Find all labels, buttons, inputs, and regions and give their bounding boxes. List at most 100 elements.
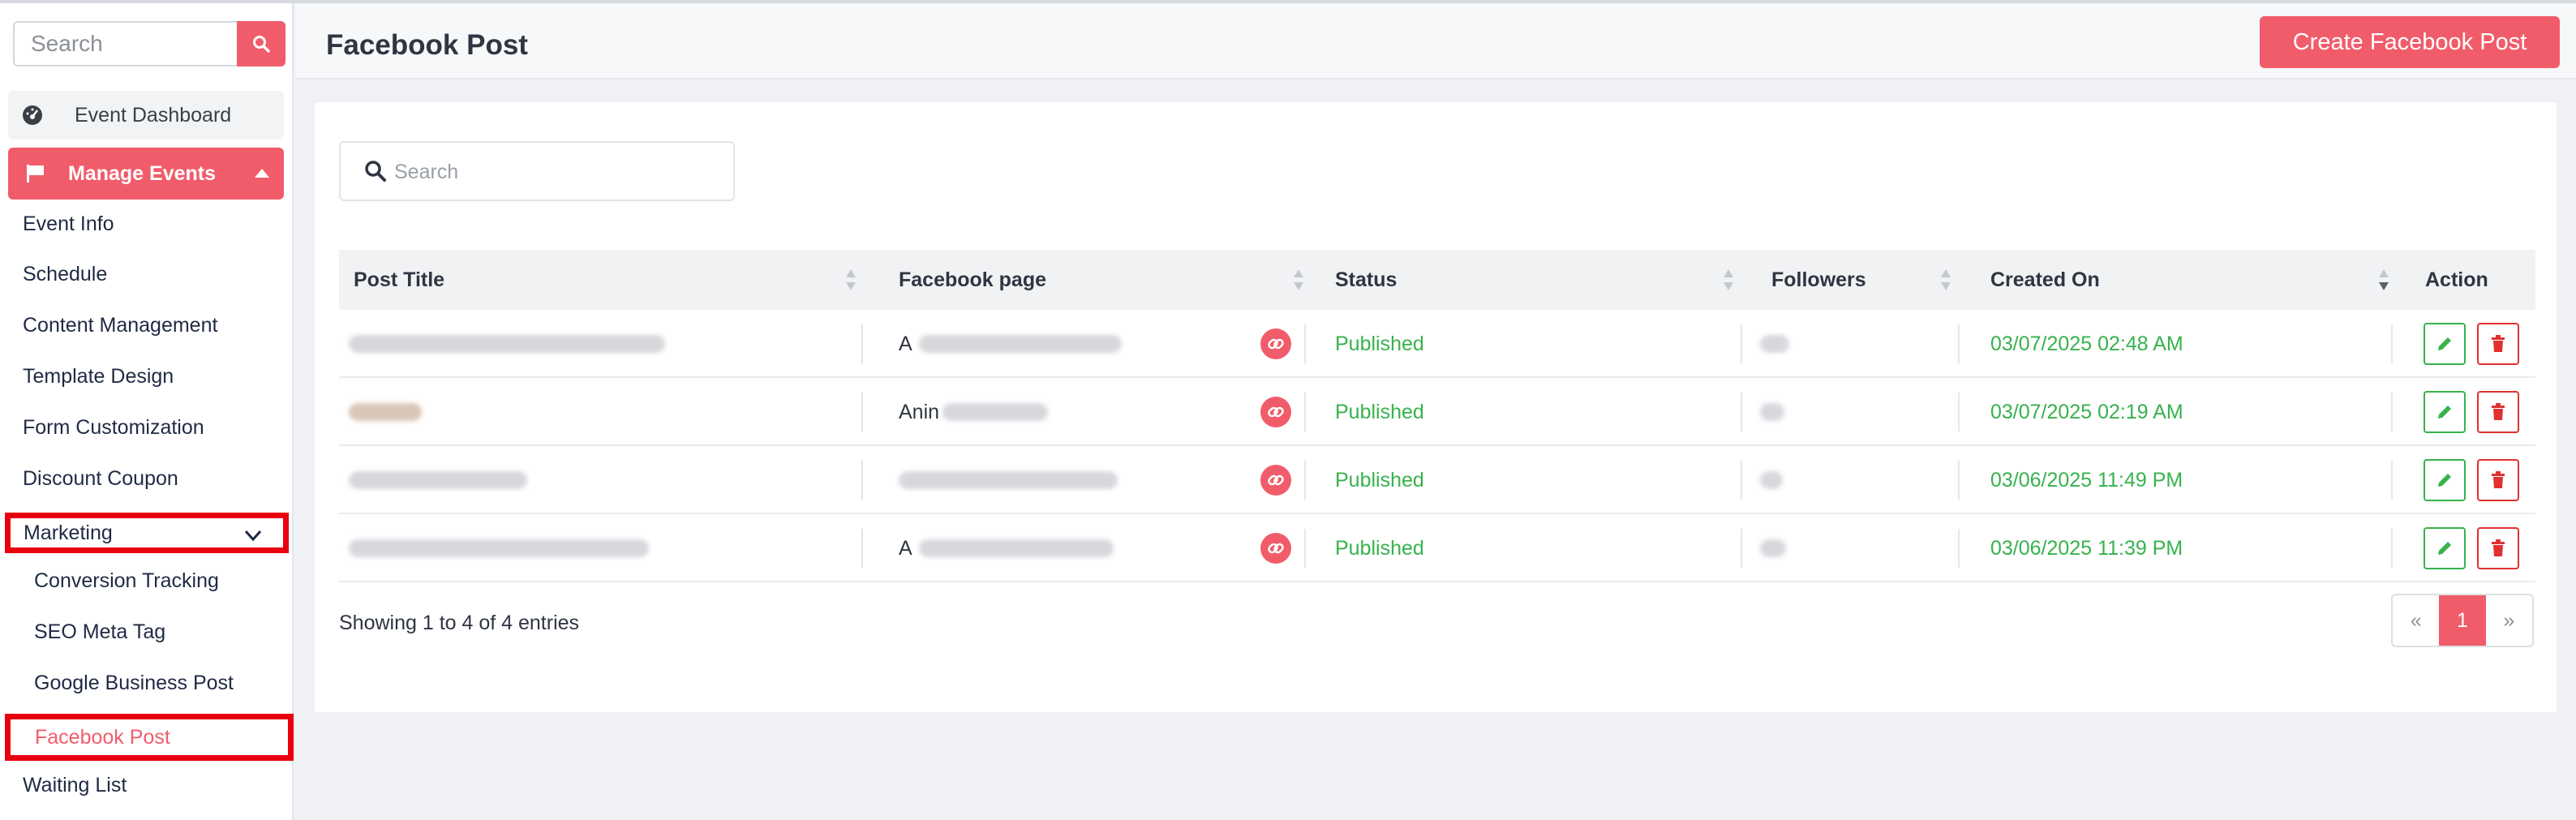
table-search-input[interactable] — [394, 152, 719, 191]
created-on-cell: 03/07/2025 02:19 AM — [1990, 400, 2183, 423]
followers-cell — [1760, 378, 1784, 446]
facebook-page-name: Anin — [899, 400, 940, 423]
edit-button[interactable] — [2424, 527, 2466, 569]
column-divider — [861, 324, 863, 363]
pagination-prev[interactable]: « — [2393, 595, 2439, 646]
column-header-created-on[interactable]: Created On — [1990, 250, 2100, 310]
flag-icon — [27, 165, 44, 182]
sidebar-item-label: Event Dashboard — [75, 103, 232, 127]
sidebar-search-input[interactable] — [13, 21, 237, 67]
edit-button[interactable] — [2424, 459, 2466, 501]
caret-up-icon — [255, 169, 269, 178]
delete-button[interactable] — [2477, 323, 2519, 365]
column-header-post-title[interactable]: Post Title — [354, 250, 444, 310]
column-divider — [1958, 324, 1960, 363]
sort-desc-icon[interactable] — [2378, 268, 2389, 292]
status-badge: Published — [1335, 536, 1424, 560]
column-header-action: Action — [2425, 268, 2488, 291]
link-icon[interactable] — [1260, 465, 1291, 496]
sidebar-item-google-business-post[interactable]: Google Business Post — [34, 672, 234, 695]
status-badge: Published — [1335, 332, 1424, 355]
post-title-cell — [349, 378, 422, 446]
column-divider — [2391, 461, 2393, 500]
sidebar-item-form-customization[interactable]: Form Customization — [23, 416, 204, 440]
column-divider — [1304, 529, 1306, 568]
sidebar: Event Dashboard Manage Events Event Info… — [0, 3, 294, 820]
pencil-icon — [2438, 406, 2451, 419]
column-divider — [1741, 461, 1742, 500]
column-divider — [861, 529, 863, 568]
trash-icon — [2492, 403, 2505, 420]
post-title-cell — [349, 310, 665, 378]
sidebar-item-waiting-list[interactable]: Waiting List — [23, 774, 127, 797]
column-divider — [1741, 324, 1742, 363]
link-icon[interactable] — [1260, 328, 1291, 359]
facebook-page-cell — [899, 446, 1118, 514]
pagination: « 1 » — [2391, 594, 2534, 647]
sidebar-item-seo-meta-tag[interactable]: SEO Meta Tag — [34, 620, 165, 644]
trash-icon — [2492, 335, 2505, 352]
pencil-icon — [2438, 337, 2451, 350]
sidebar-item-event-info[interactable]: Event Info — [23, 213, 114, 236]
delete-button[interactable] — [2477, 391, 2519, 433]
sidebar-item-discount-coupon[interactable]: Discount Coupon — [23, 467, 178, 491]
table-row: A Published 03/07/2025 02:48 AM — [339, 310, 2535, 378]
page-title: Facebook Post — [326, 29, 528, 61]
sidebar-item-event-dashboard[interactable]: Event Dashboard — [8, 91, 284, 140]
link-icon[interactable] — [1260, 397, 1291, 427]
page-header: Facebook Post Create Facebook Post — [295, 3, 2576, 79]
sidebar-search-button[interactable] — [237, 21, 286, 67]
sort-icon[interactable] — [1940, 268, 1951, 292]
post-title-cell — [349, 514, 649, 582]
column-divider — [1304, 393, 1306, 431]
created-on-cell: 03/06/2025 11:49 PM — [1990, 468, 2183, 492]
sidebar-item-marketing[interactable]: Marketing — [5, 513, 289, 553]
status-badge: Published — [1335, 400, 1424, 423]
edit-button[interactable] — [2424, 391, 2466, 433]
delete-button[interactable] — [2477, 527, 2519, 569]
sidebar-item-label: Marketing — [24, 521, 113, 544]
table-row: Published 03/06/2025 11:49 PM — [339, 446, 2535, 514]
edit-button[interactable] — [2424, 323, 2466, 365]
column-header-facebook-page[interactable]: Facebook page — [899, 250, 1046, 310]
sort-icon[interactable] — [1293, 268, 1304, 292]
dashboard-gauge-icon — [23, 105, 42, 125]
post-title-cell — [349, 446, 527, 514]
sidebar-item-conversion-tracking[interactable]: Conversion Tracking — [34, 569, 219, 593]
facebook-page-cell: A — [899, 310, 1122, 378]
followers-cell — [1760, 514, 1786, 582]
pagination-page-1[interactable]: 1 — [2439, 595, 2486, 646]
sidebar-item-template-design[interactable]: Template Design — [23, 365, 174, 389]
search-icon — [253, 36, 270, 53]
delete-button[interactable] — [2477, 459, 2519, 501]
sidebar-item-schedule[interactable]: Schedule — [23, 263, 107, 286]
sidebar-item-content-management[interactable]: Content Management — [23, 314, 217, 337]
created-on-cell: 03/06/2025 11:39 PM — [1990, 536, 2183, 560]
sort-icon[interactable] — [845, 268, 857, 292]
sidebar-item-label: Manage Events — [68, 161, 217, 185]
search-icon — [365, 161, 386, 182]
facebook-page-name: A — [899, 536, 912, 560]
created-on-cell: 03/07/2025 02:48 AM — [1990, 332, 2183, 355]
link-icon[interactable] — [1260, 533, 1291, 564]
pencil-icon — [2438, 542, 2451, 555]
column-header-status[interactable]: Status — [1335, 250, 1397, 310]
pagination-next[interactable]: » — [2486, 595, 2532, 646]
sidebar-search — [13, 21, 286, 67]
column-header-followers[interactable]: Followers — [1771, 250, 1866, 310]
table-row: A Published 03/06/2025 11:39 PM — [339, 514, 2535, 582]
column-divider — [1958, 393, 1960, 431]
sort-icon[interactable] — [1723, 268, 1734, 292]
column-divider — [2391, 529, 2393, 568]
entries-info: Showing 1 to 4 of 4 entries — [339, 612, 580, 634]
trash-icon — [2492, 471, 2505, 488]
create-facebook-post-button[interactable]: Create Facebook Post — [2260, 16, 2560, 68]
column-divider — [1958, 461, 1960, 500]
followers-cell — [1760, 446, 1783, 514]
table-header: Post Title Facebook page Status Follower… — [339, 250, 2535, 310]
sidebar-item-facebook-post[interactable]: Facebook Post — [5, 714, 294, 761]
sidebar-item-manage-events[interactable]: Manage Events — [8, 148, 284, 200]
column-divider — [2391, 393, 2393, 431]
column-divider — [1741, 529, 1742, 568]
column-divider — [1958, 529, 1960, 568]
